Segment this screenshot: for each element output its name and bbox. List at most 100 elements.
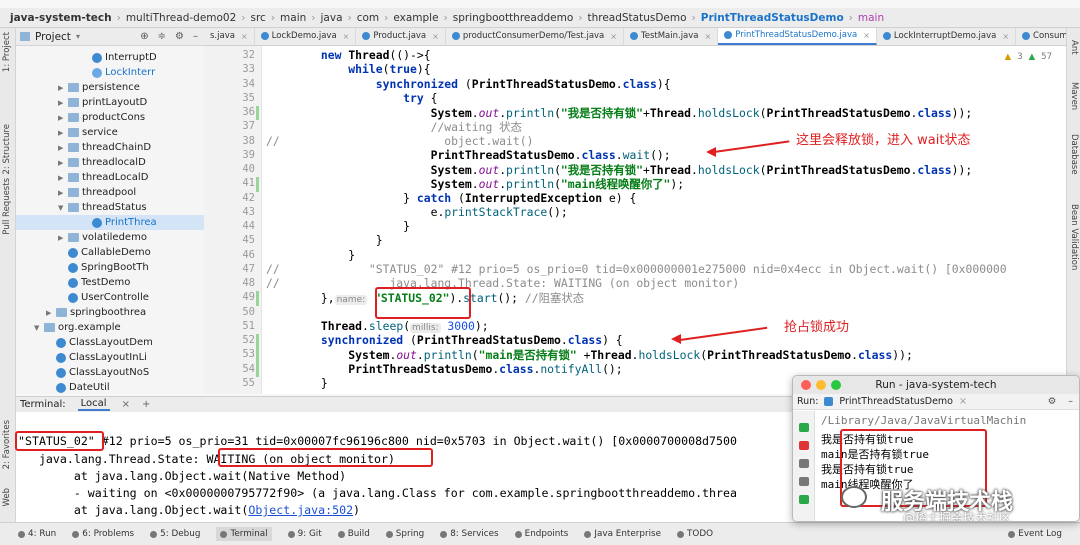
bottom-tool-tab[interactable]: 6: Problems	[72, 529, 134, 539]
tool-tab-structure[interactable]: 2: Structure	[2, 124, 12, 175]
tree-item[interactable]: UserControlle	[16, 290, 204, 305]
tree-item[interactable]: ▶ volatiledemo	[16, 230, 204, 245]
chevron-icon[interactable]: ▶	[58, 174, 68, 182]
tree-item[interactable]: ▶ threadChainD	[16, 140, 204, 155]
breadcrumb-item[interactable]: example	[393, 12, 438, 24]
tool-tab-favorites[interactable]: 2: Favorites	[2, 420, 12, 469]
close-icon[interactable]: ×	[122, 399, 130, 410]
tree-item[interactable]: ClassLayoutNoS	[16, 365, 204, 380]
plugin-icon[interactable]	[799, 495, 809, 504]
editor-tab[interactable]: TestMain.java ×	[624, 28, 719, 45]
tree-item[interactable]: ▶ persistence	[16, 80, 204, 95]
tool-tab-bean-validation[interactable]: Bean Validation	[1069, 204, 1079, 270]
bottom-tool-tab[interactable]: 8: Services	[440, 529, 499, 539]
run-config-tab[interactable]: PrintThreadStatusDemo	[839, 396, 953, 407]
chevron-icon[interactable]: ▶	[58, 114, 68, 122]
chevron-icon[interactable]: ▼	[34, 324, 44, 332]
chevron-icon[interactable]: ▶	[58, 144, 68, 152]
bottom-tool-tab[interactable]: Java Enterprise	[584, 529, 661, 539]
breadcrumb-item[interactable]: com	[357, 12, 379, 24]
close-icon[interactable]: ×	[343, 32, 350, 41]
tree-item[interactable]: ▶ service	[16, 125, 204, 140]
settings-gear-icon[interactable]: ⚙	[175, 31, 184, 42]
chevron-icon[interactable]: ▶	[46, 309, 56, 317]
breadcrumb-item[interactable]: main	[858, 12, 884, 24]
tool-tab-web[interactable]: Web	[2, 488, 12, 507]
editor-tab[interactable]: PrintThreadStatusDemo.java ×	[718, 28, 877, 45]
chevron-icon[interactable]: ▼	[58, 204, 68, 212]
bottom-tool-tab[interactable]: 5: Debug	[150, 529, 200, 539]
bottom-tool-tab[interactable]: Terminal	[216, 527, 272, 541]
bottom-tool-tab[interactable]: Spring	[385, 529, 424, 539]
close-icon[interactable]: ×	[610, 32, 617, 41]
project-title[interactable]: Project	[35, 31, 71, 43]
close-icon[interactable]: ×	[241, 32, 248, 41]
editor-tab[interactable]: s.java ×	[204, 28, 255, 45]
tree-item[interactable]: ▶ threadLocalD	[16, 170, 204, 185]
tree-item[interactable]: SpringBootTh	[16, 260, 204, 275]
editor-tab[interactable]: Consumer.java×	[1016, 28, 1066, 45]
breadcrumb-item[interactable]: main	[280, 12, 306, 24]
code-editor[interactable]: 32 33 34 35 36 37 38 39 40 41 42 43 44 45 46 47 48 49 50 51…	[204, 46, 1066, 394]
close-icon[interactable]: ×	[863, 31, 870, 40]
tree-item[interactable]: ClassLayoutDem	[16, 335, 204, 350]
tool-tab-pull-requests[interactable]: Pull Requests	[2, 178, 12, 235]
bottom-tool-tab[interactable]: TODO	[677, 529, 713, 539]
chevron-down-icon[interactable]: ▾	[76, 32, 80, 41]
breadcrumb-item[interactable]: springbootthreaddemo	[453, 12, 574, 24]
dump-threads-icon[interactable]	[799, 459, 809, 468]
close-icon[interactable]: ×	[432, 32, 439, 41]
add-icon[interactable]: +	[142, 399, 150, 410]
breadcrumb-item[interactable]: java-system-tech	[10, 12, 112, 24]
collapse-icon[interactable]: ≑	[158, 31, 166, 42]
close-icon[interactable]: ×	[705, 32, 712, 41]
breadcrumb-item[interactable]: java	[321, 12, 343, 24]
tree-item[interactable]: DateUtil	[16, 380, 204, 394]
tree-item[interactable]: ▼ threadStatus	[16, 200, 204, 215]
close-icon[interactable]: ×	[959, 396, 967, 407]
gear-icon[interactable]: ⚙	[1048, 396, 1063, 407]
tree-item[interactable]: ▼ org.example	[16, 320, 204, 335]
editor-tab[interactable]: LockInterruptDemo.java ×	[877, 28, 1017, 45]
hide-icon[interactable]: –	[1068, 396, 1079, 407]
chevron-icon[interactable]: ▶	[58, 84, 68, 92]
editor-tab[interactable]: productConsumerDemo/Test.java ×	[446, 28, 624, 45]
minimize-icon[interactable]: –	[193, 31, 198, 42]
tree-item[interactable]: PrintThrea	[16, 215, 204, 230]
stop-icon[interactable]	[799, 441, 809, 450]
bottom-tool-tab[interactable]: Endpoints	[514, 529, 568, 539]
tree-item[interactable]: InterruptD	[16, 50, 204, 65]
tree-item[interactable]: TestDemo	[16, 275, 204, 290]
chevron-icon[interactable]: ▶	[58, 189, 68, 197]
bottom-tool-tab[interactable]: Build	[337, 529, 370, 539]
tree-item[interactable]: CallableDemo	[16, 245, 204, 260]
tree-item[interactable]: ▶ springboothrea	[16, 305, 204, 320]
tool-tab-project[interactable]: 1: Project	[2, 32, 12, 72]
tool-tab-maven[interactable]: Maven	[1069, 82, 1079, 110]
inspection-badge[interactable]: ▲ 3 ▲ 57	[1005, 52, 1052, 62]
editor-tab[interactable]: Product.java ×	[356, 28, 446, 45]
locate-icon[interactable]: ⊕	[140, 31, 148, 42]
breadcrumb-item[interactable]: src	[251, 12, 266, 24]
terminal-tab-local[interactable]: Local	[77, 398, 110, 411]
tree-item[interactable]: ▶ printLayoutD	[16, 95, 204, 110]
chevron-icon[interactable]: ▶	[58, 129, 68, 137]
tree-item[interactable]: ▶ threadlocalD	[16, 155, 204, 170]
bottom-tool-tab[interactable]: 4: Run	[18, 529, 56, 539]
camera-icon[interactable]	[799, 477, 809, 486]
bottom-tool-tab[interactable]: Event Log	[1008, 529, 1080, 539]
source-link[interactable]: Object.java:502	[248, 503, 353, 517]
tree-item[interactable]: ▶ threadpool	[16, 185, 204, 200]
chevron-icon[interactable]: ▶	[58, 99, 68, 107]
breadcrumb-item[interactable]: PrintThreadStatusDemo	[701, 12, 844, 24]
editor-tab[interactable]: LockDemo.java ×	[255, 28, 357, 45]
tree-item[interactable]: ClassLayoutInLi	[16, 350, 204, 365]
rerun-icon[interactable]	[799, 423, 809, 432]
tree-item[interactable]: ▶ productCons	[16, 110, 204, 125]
tool-tab-ant[interactable]: Ant	[1069, 40, 1079, 55]
chevron-icon[interactable]: ▶	[58, 234, 68, 242]
breadcrumb-item[interactable]: multiThread-demo02	[126, 12, 236, 24]
breadcrumb-item[interactable]: threadStatusDemo	[587, 12, 686, 24]
bottom-tool-tab[interactable]: 9: Git	[287, 529, 322, 539]
chevron-icon[interactable]: ▶	[58, 159, 68, 167]
